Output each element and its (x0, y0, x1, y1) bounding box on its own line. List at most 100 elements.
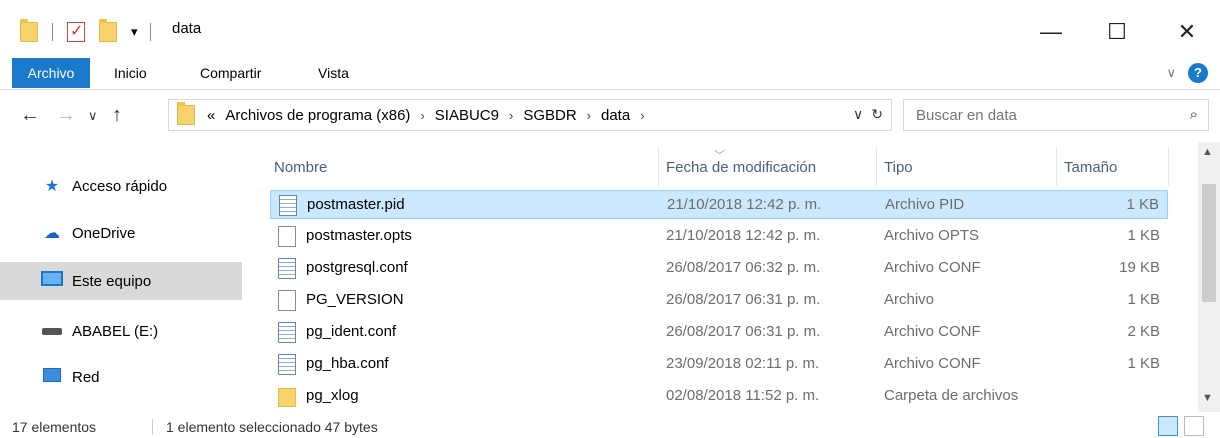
minimize-button[interactable]: — (1028, 12, 1074, 52)
text-file-icon (278, 354, 296, 375)
table-row[interactable]: postmaster.opts 21/10/2018 12:42 p. m. A… (270, 222, 1168, 251)
sidebar-item-este-equipo[interactable]: Este equipo (0, 262, 242, 300)
vertical-scrollbar[interactable]: ▲ ▼ (1198, 142, 1220, 412)
file-date: 02/08/2018 11:52 p. m. (666, 387, 820, 404)
item-count: 17 elementos (12, 419, 97, 435)
tab-archivo[interactable]: Archivo (12, 58, 90, 88)
back-button[interactable]: ← (20, 104, 40, 127)
network-icon (40, 367, 64, 387)
file-type: Archivo OPTS (884, 227, 980, 244)
file-type: Archivo CONF (884, 323, 981, 340)
column-divider[interactable] (658, 148, 659, 186)
properties-icon[interactable] (67, 21, 85, 42)
scroll-down-icon[interactable]: ▼ (1202, 392, 1213, 404)
scrollbar-thumb[interactable] (1202, 184, 1216, 302)
file-type: Archivo PID (885, 196, 965, 213)
tab-inicio[interactable]: Inicio (114, 58, 147, 88)
table-row[interactable]: postgresql.conf 26/08/2017 06:32 p. m. A… (270, 254, 1168, 283)
column-divider[interactable] (1056, 148, 1057, 186)
ribbon-tabs: Archivo Inicio Compartir Vista ∨ ? (0, 56, 1220, 90)
sidebar-item-acceso-rapido[interactable]: ★ Acceso rápido (0, 167, 242, 205)
file-date: 23/09/2018 02:11 p. m. (666, 355, 820, 372)
column-header-nombre[interactable]: Nombre ﹀ (274, 150, 725, 186)
breadcrumb-data[interactable]: data (601, 107, 630, 124)
folder-icon[interactable] (20, 19, 38, 42)
file-type: Carpeta de archivos (884, 387, 1019, 404)
table-row[interactable]: postmaster.pid 21/10/2018 12:42 p. m. Ar… (270, 190, 1168, 219)
tab-vista[interactable]: Vista (318, 58, 349, 88)
new-folder-icon[interactable] (99, 19, 117, 42)
expand-ribbon-icon[interactable]: ∨ (1166, 65, 1176, 81)
scroll-up-icon[interactable]: ▲ (1202, 146, 1213, 158)
file-size: 1 KB (1127, 355, 1160, 372)
file-size: 2 KB (1127, 323, 1160, 340)
maximize-button[interactable]: ☐ (1094, 12, 1140, 52)
folder-icon (177, 102, 195, 125)
forward-button[interactable]: → (56, 104, 76, 127)
computer-icon (40, 271, 64, 291)
large-icons-view-icon[interactable] (1184, 416, 1204, 436)
sidebar-item-onedrive[interactable]: ☁ OneDrive (0, 214, 242, 252)
help-icon[interactable]: ? (1188, 63, 1208, 83)
column-header-fecha[interactable]: Fecha de modificación (666, 150, 816, 186)
table-row[interactable]: pg_hba.conf 23/09/2018 02:11 p. m. Archi… (270, 350, 1168, 379)
file-date: 21/10/2018 12:42 p. m. (666, 227, 821, 244)
divider (149, 23, 151, 41)
blank-file-icon (278, 226, 296, 247)
chevron-right-icon[interactable]: › (640, 108, 644, 123)
chevron-right-icon[interactable]: › (587, 108, 591, 123)
sidebar-item-ababel[interactable]: ABABEL (E:) (0, 312, 242, 350)
recent-locations-button[interactable]: ∨ (88, 108, 98, 124)
file-name: pg_hba.conf (306, 355, 389, 372)
folder-icon (278, 388, 296, 407)
breadcrumb-siabuc9[interactable]: SIABUC9 (435, 107, 499, 124)
file-name: postmaster.pid (307, 196, 405, 213)
chevron-right-icon[interactable]: › (420, 108, 424, 123)
column-divider[interactable] (876, 148, 877, 186)
address-actions: ∨ ↻ (853, 106, 883, 123)
breadcrumb-archivos-de-programa[interactable]: Archivos de programa (x86) (225, 107, 410, 124)
column-header-tipo[interactable]: Tipo (884, 150, 913, 186)
quick-access-toolbar: ▾ (20, 18, 151, 46)
sidebar-item-label: ABABEL (E:) (72, 322, 159, 340)
breadcrumb-overflow[interactable]: « (207, 107, 215, 124)
customize-toolbar-icon[interactable]: ▾ (131, 24, 138, 40)
search-input[interactable] (904, 100, 1164, 130)
table-row[interactable]: pg_ident.conf 26/08/2017 06:31 p. m. Arc… (270, 318, 1168, 347)
divider (52, 23, 53, 41)
close-button[interactable]: ✕ (1164, 12, 1210, 52)
refresh-icon[interactable]: ↻ (871, 106, 883, 123)
divider (152, 419, 153, 435)
file-name: pg_ident.conf (306, 323, 397, 340)
file-type: Archivo (884, 291, 935, 308)
sidebar-item-label: Este equipo (72, 272, 152, 290)
column-divider[interactable] (1168, 148, 1169, 186)
star-icon: ★ (44, 178, 60, 195)
title-bar: ▾ data — ☐ ✕ (0, 0, 1220, 56)
column-header-tamano[interactable]: Tamaño (1064, 150, 1117, 186)
table-row[interactable]: PG_VERSION 26/08/2017 06:31 p. m. Archiv… (270, 286, 1168, 315)
cloud-icon: ☁ (44, 225, 60, 242)
file-size: 1 KB (1127, 227, 1160, 244)
table-row[interactable]: pg_xlog 02/08/2018 11:52 p. m. Carpeta d… (270, 382, 1168, 411)
sidebar-item-label: Acceso rápido (72, 177, 168, 195)
file-size: 19 KB (1119, 259, 1160, 276)
drive-icon (40, 322, 64, 340)
file-list: Nombre ﹀ Fecha de modificación Tipo Tama… (262, 142, 1198, 412)
file-type: Archivo CONF (884, 259, 981, 276)
text-file-icon (278, 258, 296, 279)
chevron-right-icon[interactable]: › (509, 108, 513, 123)
details-view-icon[interactable] (1158, 416, 1178, 436)
sidebar-item-red[interactable]: Red (0, 358, 242, 396)
address-bar[interactable]: « Archivos de programa (x86) › SIABUC9 ›… (168, 99, 892, 131)
search-icon[interactable]: ⌕ (1190, 106, 1198, 123)
up-button[interactable]: ↑ (112, 104, 122, 127)
tab-compartir[interactable]: Compartir (200, 58, 261, 88)
breadcrumb-sgbdr[interactable]: SGBDR (523, 107, 576, 124)
search-box[interactable]: ⌕ (903, 99, 1209, 131)
window-title: data (172, 20, 202, 37)
navigation-bar: ← → ∨ ↑ « Archivos de programa (x86) › S… (0, 90, 1220, 142)
blank-file-icon (278, 290, 296, 311)
address-dropdown-icon[interactable]: ∨ (853, 106, 863, 123)
sidebar-item-label: Red (72, 368, 100, 386)
